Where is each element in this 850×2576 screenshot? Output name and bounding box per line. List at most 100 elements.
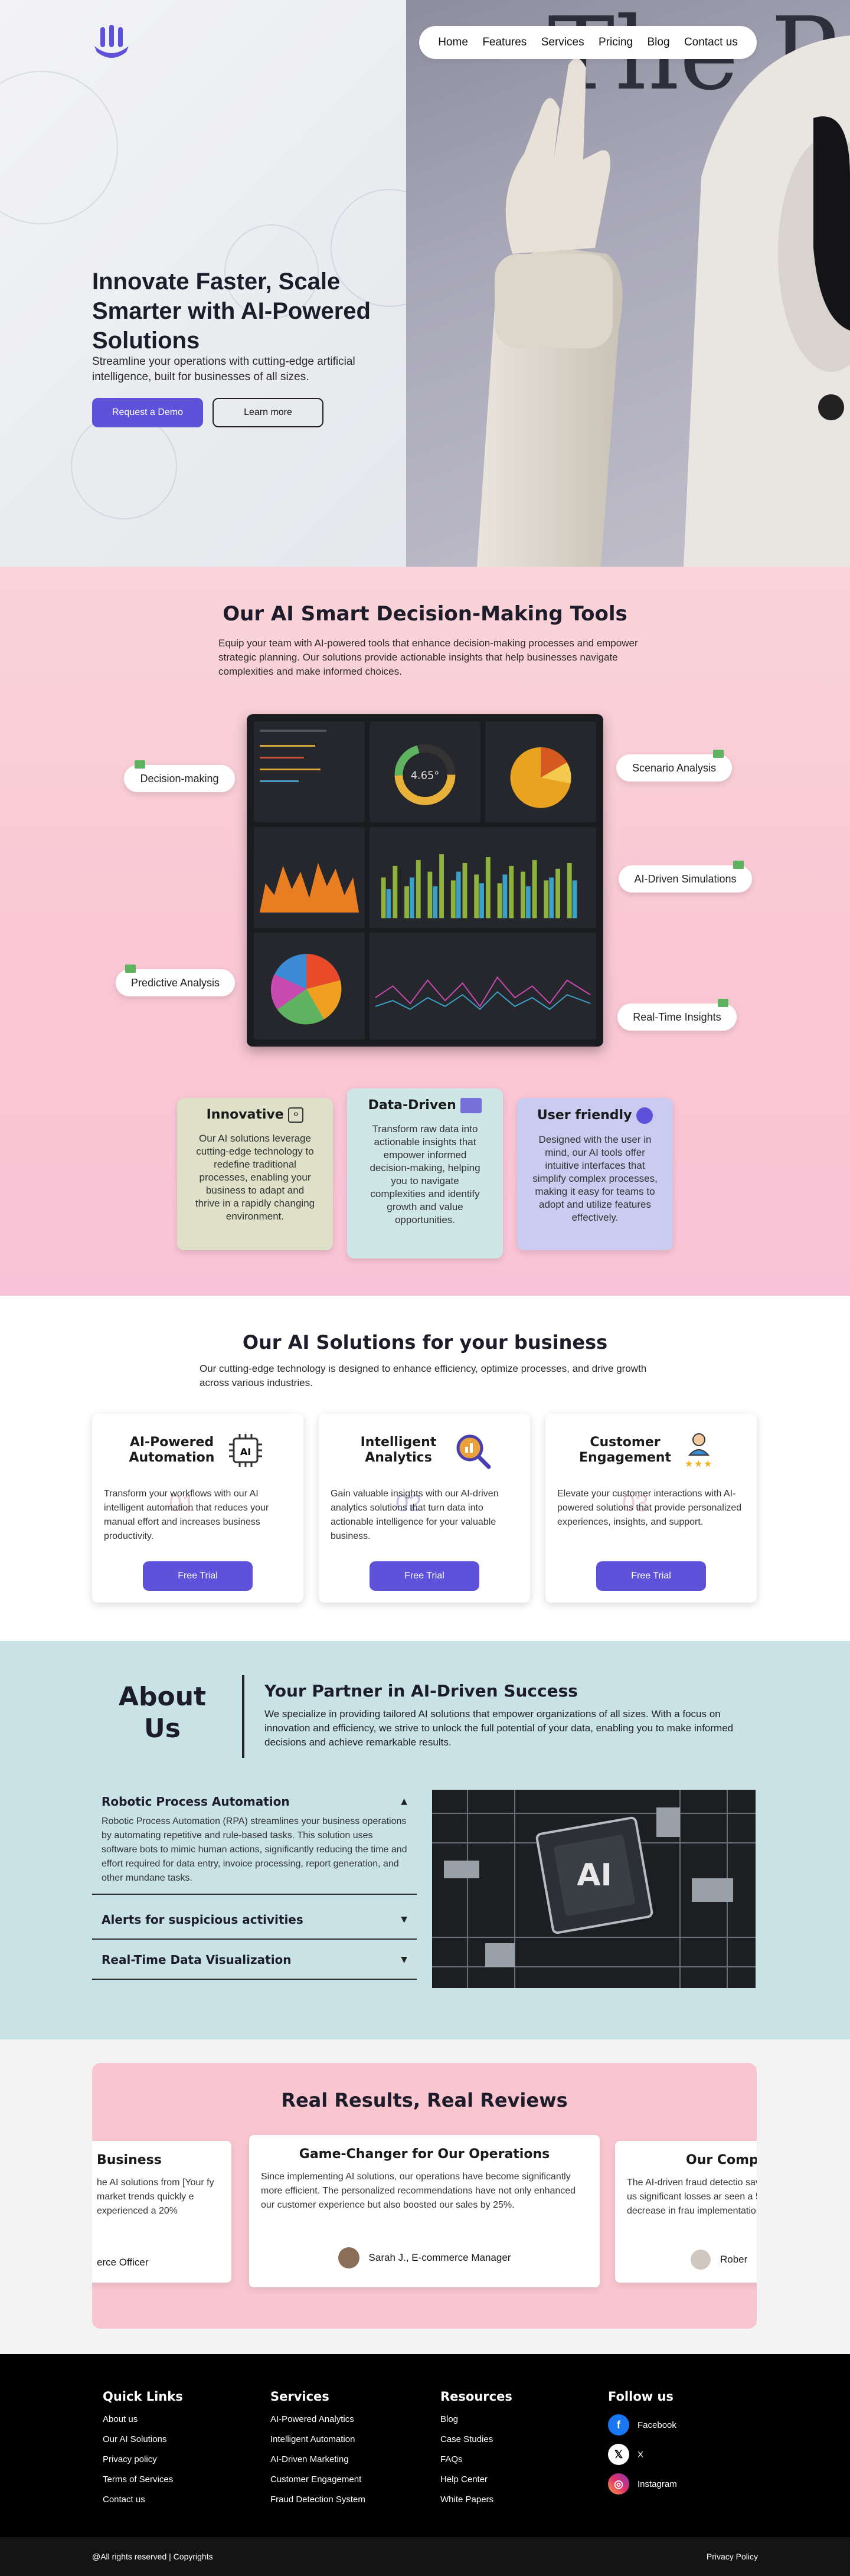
svg-text:★: ★ — [694, 1459, 702, 1469]
avatar — [338, 2247, 359, 2268]
dashboard-panel — [254, 933, 365, 1039]
nav-contact[interactable]: Contact us — [684, 36, 738, 49]
review-author: erce Officer — [97, 2257, 149, 2268]
request-demo-button[interactable]: Request a Demo — [92, 398, 203, 427]
accordion-item-rpa: Robotic Process Automation ▲ Robotic Proc… — [92, 1789, 417, 1895]
hero-section: The P Home Features Services Pricing Blo… — [0, 0, 850, 567]
review-body: he AI solutions from [Your fy market tre… — [97, 2178, 214, 2216]
footer-link[interactable]: Privacy policy — [103, 2454, 183, 2464]
free-trial-button[interactable]: Free Trial — [596, 1561, 706, 1591]
review-author: Rober — [720, 2254, 748, 2265]
innovation-icon: ⚙ — [288, 1107, 304, 1123]
footer-link[interactable]: Help Center — [440, 2474, 512, 2485]
review-card: Game-Changer for Our Operations Since im… — [249, 2135, 600, 2287]
footer-link[interactable]: AI-Powered Analytics — [270, 2414, 365, 2424]
robot-image: The P — [406, 0, 850, 567]
svg-text:★: ★ — [685, 1459, 693, 1469]
social-label: Instagram — [638, 2479, 677, 2489]
dashboard-image: 4.65° — [247, 714, 603, 1047]
nav-features[interactable]: Features — [482, 36, 527, 49]
footer-link[interactable]: Fraud Detection System — [270, 2495, 365, 2505]
card-body: Gain valuable insights with our AI-drive… — [331, 1489, 499, 1541]
facebook-icon: f — [608, 2414, 629, 2436]
solution-card-analytics: Intelligent Analytics 02 Gain valuable i… — [319, 1414, 530, 1603]
flag-icon — [718, 999, 728, 1007]
value-card-data-driven: Data-Driven Transform raw data into acti… — [347, 1088, 503, 1258]
card-title: Data-Driven — [368, 1098, 456, 1113]
footer-link[interactable]: Contact us — [103, 2495, 183, 2505]
footer-services: Services AI-Powered Analytics Intelligen… — [270, 2389, 365, 2515]
copyright: @All rights reserved | Copyrights — [92, 2552, 213, 2561]
footer-heading: Services — [270, 2389, 329, 2404]
learn-more-button[interactable]: Learn more — [212, 398, 323, 427]
free-trial-button[interactable]: Free Trial — [143, 1561, 253, 1591]
pill-label: Predictive Analysis — [130, 976, 220, 989]
card-body: Transform raw data into actionable insig… — [370, 1123, 480, 1225]
divider — [242, 1675, 244, 1758]
footer-link[interactable]: Terms of Services — [103, 2474, 183, 2485]
accordion-title: Alerts for suspicious activities — [102, 1913, 303, 1927]
card-title: Innovative — [206, 1107, 284, 1122]
tools-title: Our AI Smart Decision-Making Tools — [223, 602, 627, 626]
review-card: Business he AI solutions from [Your fy m… — [92, 2141, 231, 2283]
flag-icon — [135, 760, 145, 769]
dashboard-panel — [370, 933, 596, 1039]
flag-icon — [125, 965, 136, 973]
footer-link[interactable]: Blog — [440, 2414, 512, 2424]
social-instagram[interactable]: ◎ Instagram — [608, 2473, 677, 2495]
dashboard-panel — [370, 827, 596, 929]
nav-blog[interactable]: Blog — [648, 36, 670, 49]
chevron-up-icon: ▲ — [401, 1797, 407, 1806]
chevron-down-icon: ▼ — [401, 1955, 407, 1964]
review-title: Game-Changer for Our Operations — [299, 2147, 550, 2162]
value-card-innovative: Innovative ⚙ Our AI solutions leverage c… — [177, 1098, 333, 1250]
footer-link[interactable]: Intelligent Automation — [270, 2434, 365, 2444]
footer-link[interactable]: About us — [103, 2414, 183, 2424]
pill-label: Scenario Analysis — [632, 761, 717, 774]
pill-decision-making[interactable]: Decision-making — [124, 760, 235, 792]
footer-link[interactable]: Our AI Solutions — [103, 2434, 183, 2444]
social-label: Facebook — [638, 2420, 676, 2430]
flag-icon — [733, 861, 744, 869]
free-trial-button[interactable]: Free Trial — [370, 1561, 479, 1591]
accordion-header[interactable]: Robotic Process Automation ▲ — [92, 1789, 417, 1815]
pill-ai-driven-simulations[interactable]: AI-Driven Simulations — [619, 861, 752, 893]
pill-scenario-analysis[interactable]: Scenario Analysis — [616, 750, 732, 782]
footer: Quick Links About us Our AI Solutions Pr… — [0, 2354, 850, 2576]
nav-services[interactable]: Services — [541, 36, 584, 49]
card-body: Transform your workflows with our AI int… — [104, 1489, 269, 1541]
customer-rating-icon: ★ ★ ★ — [685, 1433, 712, 1469]
solutions-subtitle: Our cutting-edge technology is designed … — [200, 1363, 647, 1388]
footer-heading: Resources — [440, 2389, 512, 2404]
card-title: User friendly — [537, 1108, 632, 1123]
gauge-value: 4.65° — [411, 769, 440, 782]
about-body: We specialize in providing tailored AI s… — [264, 1708, 734, 1748]
footer-heading: Quick Links — [103, 2389, 183, 2404]
privacy-policy-link[interactable]: Privacy Policy — [707, 2552, 758, 2561]
solutions-title: Our AI Solutions for your business — [242, 1331, 608, 1354]
reviews-container: Real Results, Real Reviews Business he A… — [92, 2063, 757, 2329]
footer-link[interactable]: Customer Engagement — [270, 2474, 365, 2485]
dashboard-panel — [254, 721, 365, 823]
social-facebook[interactable]: f Facebook — [608, 2414, 677, 2436]
accordion-header[interactable]: Alerts for suspicious activities ▼ — [92, 1907, 417, 1933]
social-label: X — [638, 2449, 644, 2460]
solution-card-engagement: Customer Engagement ★ ★ ★ 03 Elevate your … — [545, 1414, 757, 1603]
pill-label: AI-Driven Simulations — [634, 872, 737, 885]
footer-link[interactable]: White Papers — [440, 2495, 512, 2505]
pill-real-time-insights[interactable]: Real-Time Insights — [617, 999, 737, 1031]
dashboard-panel: 4.65° — [370, 721, 480, 823]
ai-chip-image: AI — [432, 1790, 756, 1988]
footer-link[interactable]: Case Studies — [440, 2434, 512, 2444]
footer-heading: Follow us — [608, 2389, 674, 2404]
review-author: Sarah J., E-commerce Manager — [368, 2252, 511, 2263]
nav-pricing[interactable]: Pricing — [599, 36, 633, 49]
brand-logo-icon[interactable] — [92, 24, 131, 63]
accordion-header[interactable]: Real-Time Data Visualization ▼ — [92, 1947, 417, 1973]
nav-home[interactable]: Home — [438, 36, 468, 49]
pill-predictive-analysis[interactable]: Predictive Analysis — [116, 965, 235, 996]
solution-card-automation: AI-Powered Automation AI 01 Transform yo… — [92, 1414, 303, 1603]
footer-link[interactable]: AI-Driven Marketing — [270, 2454, 365, 2464]
footer-link[interactable]: FAQs — [440, 2454, 512, 2464]
social-x[interactable]: 𝕏X — [608, 2444, 677, 2465]
